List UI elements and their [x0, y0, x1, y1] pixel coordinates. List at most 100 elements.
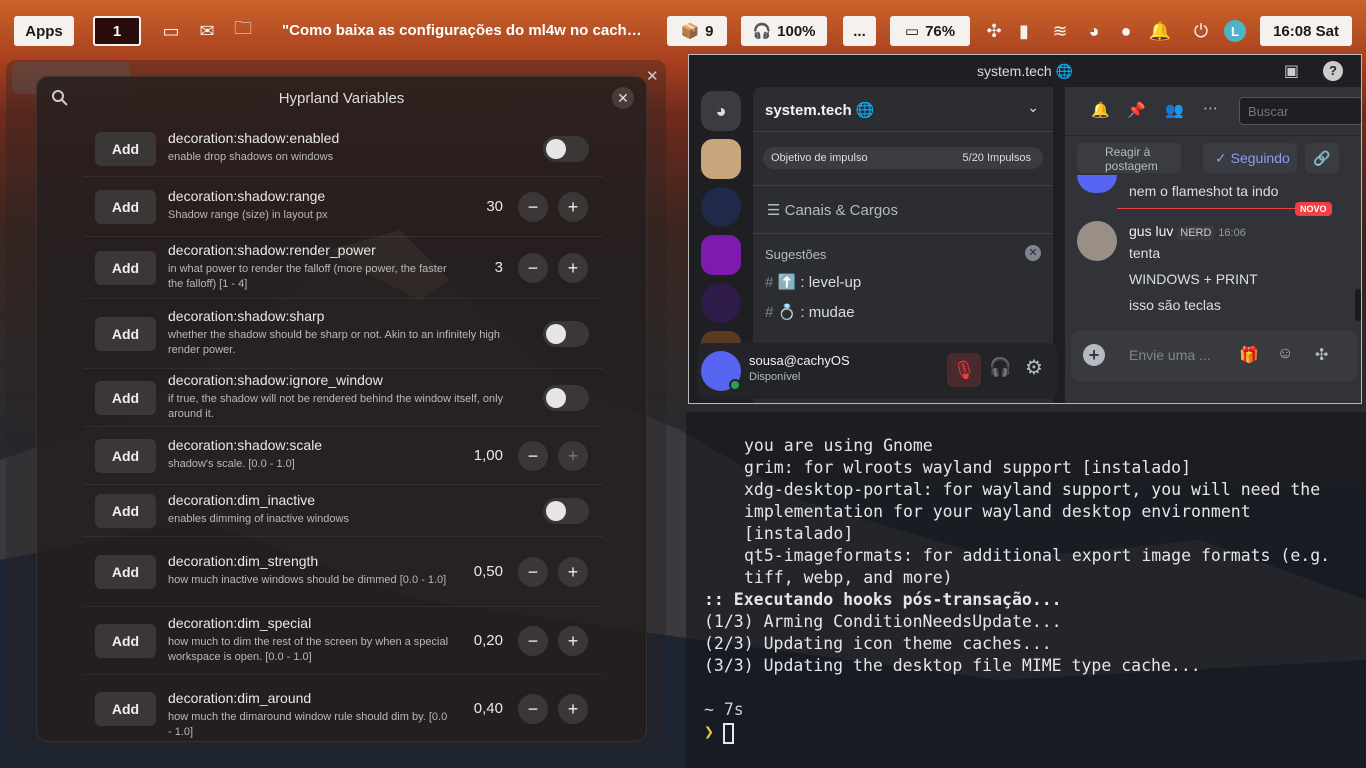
decrement-button[interactable]: −: [518, 192, 548, 222]
decrement-button[interactable]: −: [518, 441, 548, 471]
channel-item[interactable]: # ⬆️ : level-up: [765, 273, 861, 291]
volume-level: 100%: [777, 22, 816, 40]
server-icon-2[interactable]: [701, 187, 741, 227]
pinwheel-icon[interactable]: ✣: [983, 20, 1005, 42]
decrement-button[interactable]: −: [518, 694, 548, 724]
decrement-button[interactable]: −: [518, 626, 548, 656]
server-name[interactable]: system.tech 🌐: [765, 101, 875, 119]
toggle-switch[interactable]: [543, 321, 589, 347]
apps-icon[interactable]: ✣: [1315, 345, 1328, 365]
variable-name: decoration:dim_around: [168, 690, 312, 706]
threads-icon[interactable]: 🔔: [1091, 101, 1110, 119]
more-icon[interactable]: ⋯: [1203, 99, 1218, 117]
boost-goal[interactable]: Objetivo de impulso 5/20 Impulsos: [763, 147, 1043, 169]
prompt-symbol: ❯: [704, 722, 714, 741]
close-icon[interactable]: ✕: [612, 87, 634, 109]
terminal-window[interactable]: you are using Gnome grim: for wlroots way…: [686, 412, 1366, 768]
add-button[interactable]: Add: [95, 439, 156, 473]
avatar-icon[interactable]: L: [1224, 20, 1246, 42]
server-icon-4[interactable]: [701, 283, 741, 323]
avatar: [1077, 175, 1117, 193]
add-label: Add: [111, 199, 140, 215]
avatar[interactable]: [1077, 221, 1117, 261]
emoji-icon[interactable]: ☺: [1277, 345, 1293, 363]
chart-icon[interactable]: ▮: [1013, 20, 1035, 42]
gift-icon[interactable]: 🎁: [1239, 345, 1259, 365]
message-author[interactable]: gus luv NERD 16:06: [1129, 223, 1246, 240]
volume-button[interactable]: 🎧 100%: [741, 16, 827, 46]
more-button[interactable]: ...: [843, 16, 876, 46]
add-button[interactable]: Add: [95, 555, 156, 589]
toggle-switch[interactable]: [543, 498, 589, 524]
increment-button[interactable]: +: [558, 253, 588, 283]
add-button[interactable]: Add: [95, 624, 156, 658]
increment-button[interactable]: +: [558, 694, 588, 724]
boost-label: Objetivo de impulso: [771, 152, 868, 164]
link-icon[interactable]: 🔗: [1305, 143, 1339, 173]
toggle-switch[interactable]: [543, 385, 589, 411]
boost-count: 5/20 Impulsos: [962, 152, 1031, 164]
inbox-icon[interactable]: ▣: [1284, 61, 1299, 81]
packages-button[interactable]: 📦 9: [667, 16, 727, 46]
firefox-tray-icon[interactable]: ●: [1115, 20, 1137, 42]
server-icon-3[interactable]: [701, 235, 741, 275]
channel-item[interactable]: # 💍 : mudae: [765, 303, 855, 321]
add-button[interactable]: Add: [95, 251, 156, 285]
pin-icon[interactable]: 📌: [1127, 101, 1146, 119]
folder-icon[interactable]: 🗀: [232, 18, 254, 42]
variable-row: Add decoration:shadow:sharp whether the sh…: [83, 299, 603, 369]
add-attachment-icon[interactable]: +: [1083, 344, 1105, 366]
terminal-line: grim: for wlroots wayland support [insta…: [744, 458, 1192, 477]
increment-button[interactable]: +: [558, 192, 588, 222]
add-label: Add: [111, 564, 140, 580]
add-label: Add: [111, 503, 140, 519]
add-button[interactable]: Add: [95, 132, 156, 166]
add-button[interactable]: Add: [95, 317, 156, 351]
discord-home-icon[interactable]: ◕: [701, 91, 741, 131]
variable-description: if true, the shadow will not be rendered…: [168, 393, 504, 420]
discord-tray-icon[interactable]: ◕: [1083, 20, 1105, 42]
bell-icon[interactable]: 🔔: [1149, 20, 1171, 42]
members-icon[interactable]: 👥: [1165, 101, 1184, 119]
chevron-down-icon[interactable]: ⌄: [1027, 99, 1039, 116]
increment-button[interactable]: +: [558, 441, 588, 471]
variable-value: 1,00: [473, 447, 503, 464]
react-button[interactable]: Reagir à postagem: [1077, 143, 1181, 173]
background-close-icon[interactable]: ✕: [646, 67, 659, 85]
headphones-icon[interactable]: 🎧: [989, 357, 1011, 378]
variable-name: decoration:shadow:scale: [168, 437, 323, 453]
battery-button[interactable]: ▭ 76%: [890, 16, 970, 46]
add-button[interactable]: Add: [95, 494, 156, 528]
variable-description: enable drop shadows on windows: [168, 151, 334, 163]
add-button[interactable]: Add: [95, 381, 156, 415]
mic-muted-icon[interactable]: 🎙: [947, 353, 981, 387]
increment-button[interactable]: +: [558, 626, 588, 656]
dismiss-icon[interactable]: ✕: [1025, 245, 1041, 261]
variable-row: Add decoration:shadow:scale shadow's scale…: [83, 427, 603, 485]
apps-button[interactable]: Apps: [14, 16, 74, 46]
variable-description: whether the shadow should be sharp or no…: [168, 329, 501, 356]
help-icon[interactable]: ?: [1323, 61, 1343, 81]
channels-roles-link[interactable]: ☰ Canais & Cargos: [767, 201, 898, 219]
window-icon[interactable]: ▭: [160, 20, 182, 42]
variable-description: in what power to render the falloff (mor…: [168, 263, 447, 290]
power-icon[interactable]: ⏻: [1190, 20, 1212, 42]
add-button[interactable]: Add: [95, 190, 156, 224]
scrollbar[interactable]: [1355, 289, 1361, 321]
following-button[interactable]: ✓ Seguindo: [1203, 143, 1297, 173]
decrement-button[interactable]: −: [518, 253, 548, 283]
discord-window-title: system.tech 🌐: [976, 63, 1073, 79]
clock-button[interactable]: 16:08 Sat: [1260, 16, 1352, 46]
increment-button[interactable]: +: [558, 557, 588, 587]
variable-row: Add decoration:dim_around how much the dim…: [83, 675, 603, 741]
add-button[interactable]: Add: [95, 692, 156, 726]
gear-icon[interactable]: ⚙: [1025, 355, 1043, 380]
server-icon-1[interactable]: [701, 139, 741, 179]
mail-icon[interactable]: ✉: [196, 20, 218, 42]
workspace-button[interactable]: 1: [93, 16, 141, 46]
toggle-switch[interactable]: [543, 136, 589, 162]
search-input[interactable]: [1239, 97, 1361, 125]
decrement-button[interactable]: −: [518, 557, 548, 587]
layers-icon[interactable]: ≋: [1049, 20, 1071, 42]
message-input[interactable]: Envie uma ...: [1129, 347, 1211, 363]
